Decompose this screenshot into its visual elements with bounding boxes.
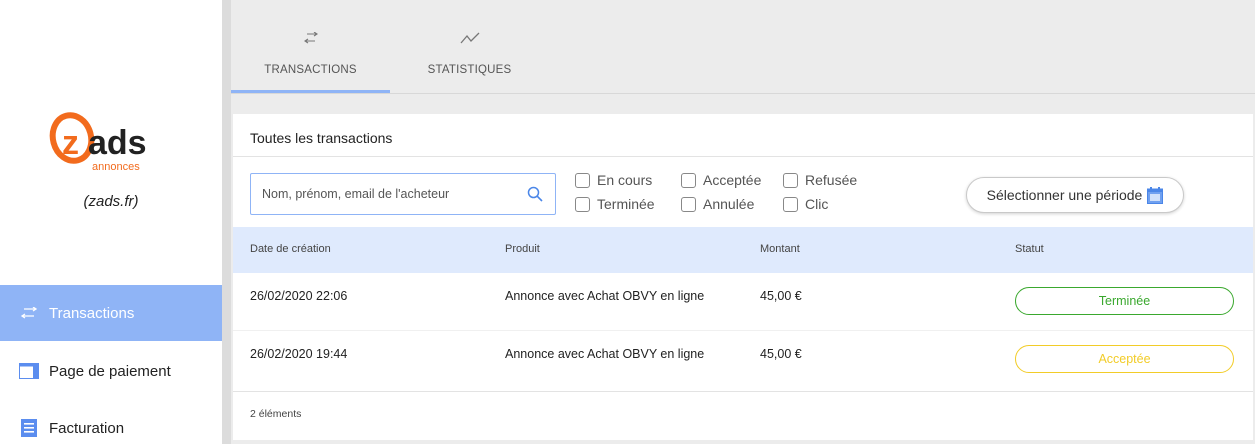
checkbox-label: Clic: [805, 196, 829, 212]
filter-annulee[interactable]: Annulée: [681, 196, 754, 212]
sidebar-item-label: Page de paiement: [49, 362, 171, 380]
filter-clic[interactable]: Clic: [783, 196, 828, 212]
tab-statistics[interactable]: STATISTIQUES: [390, 0, 549, 94]
card-title: Toutes les transactions: [250, 130, 393, 146]
search-icon[interactable]: [527, 186, 543, 202]
table-row[interactable]: 26/02/2020 19:44 Annonce avec Achat OBVY…: [233, 331, 1253, 389]
main-area: TRANSACTIONS STATISTIQUES Toutes les tra…: [231, 0, 1255, 444]
search-input[interactable]: [262, 187, 522, 201]
divider: [233, 156, 1253, 157]
tab-label: TRANSACTIONS: [264, 64, 357, 76]
cell-amount: 45,00 €: [760, 289, 802, 303]
checkbox-label: Terminée: [597, 196, 655, 212]
button-label: Sélectionner une période: [986, 187, 1143, 203]
checkbox[interactable]: [783, 172, 798, 188]
column-header[interactable]: Montant: [760, 243, 800, 255]
checkbox[interactable]: [681, 196, 696, 212]
select-period-button[interactable]: Sélectionner une période: [966, 177, 1184, 213]
document-lines-icon: [18, 419, 40, 437]
column-header[interactable]: Statut: [1015, 243, 1044, 255]
logo-caption: (zads.fr): [83, 193, 139, 210]
status-badge: Terminée: [1015, 287, 1234, 315]
arrows-swap-icon: [231, 32, 390, 46]
filter-acceptee[interactable]: Acceptée: [681, 172, 761, 188]
filter-refusee[interactable]: Refusée: [783, 172, 857, 188]
checkbox-label: En cours: [597, 172, 653, 188]
item-count: 2 éléments: [250, 408, 302, 420]
sidebar-divider: [222, 0, 231, 444]
checkbox[interactable]: [783, 196, 798, 212]
search-field[interactable]: [250, 173, 556, 215]
cell-product: Annonce avec Achat OBVY en ligne: [505, 347, 705, 361]
checkbox-label: Annulée: [703, 196, 755, 212]
svg-text:ads: ads: [88, 124, 147, 162]
checkbox-label: Acceptée: [703, 172, 762, 188]
checkbox[interactable]: [575, 172, 590, 188]
cell-date: 26/02/2020 19:44: [250, 347, 348, 361]
line-chart-icon: [390, 32, 549, 46]
sidebar-item-label: Transactions: [49, 304, 135, 322]
divider: [233, 391, 1253, 392]
tab-bar: TRANSACTIONS STATISTIQUES: [231, 0, 1255, 94]
sidebar-item-label: Facturation: [49, 419, 125, 437]
checkbox[interactable]: [575, 196, 590, 212]
window-icon: [18, 362, 40, 380]
tab-label: STATISTIQUES: [427, 64, 512, 76]
sidebar-item-transactions[interactable]: Transactions: [0, 285, 222, 341]
column-header[interactable]: Produit: [505, 243, 540, 255]
checkbox[interactable]: [681, 172, 696, 188]
transactions-card: Toutes les transactions En cours Terminé…: [233, 114, 1253, 440]
calendar-icon: [1147, 186, 1164, 204]
column-header[interactable]: Date de création: [250, 243, 331, 255]
status-badge: Acceptée: [1015, 345, 1234, 373]
cell-amount: 45,00 €: [760, 347, 802, 361]
arrows-swap-icon: [18, 304, 40, 322]
sidebar-item-billing[interactable]: Facturation: [0, 400, 222, 444]
sidebar-item-payment-page[interactable]: Page de paiement: [0, 343, 222, 399]
checkbox-label: Refusée: [805, 172, 858, 188]
svg-text:z: z: [62, 124, 79, 162]
sidebar: z ads annonces (zads.fr) Transactions Pa…: [0, 0, 222, 444]
filter-terminee[interactable]: Terminée: [575, 196, 655, 212]
active-tab-indicator: [231, 90, 390, 93]
table-row[interactable]: 26/02/2020 22:06 Annonce avec Achat OBVY…: [233, 273, 1253, 331]
filter-en-cours[interactable]: En cours: [575, 172, 652, 188]
svg-text:annonces: annonces: [92, 161, 140, 173]
tab-transactions[interactable]: TRANSACTIONS: [231, 0, 390, 94]
cell-product: Annonce avec Achat OBVY en ligne: [505, 289, 705, 303]
table-header: Date de création Produit Montant Statut: [233, 227, 1253, 273]
zads-logo: z ads annonces: [49, 112, 147, 173]
cell-date: 26/02/2020 22:06: [250, 289, 348, 303]
